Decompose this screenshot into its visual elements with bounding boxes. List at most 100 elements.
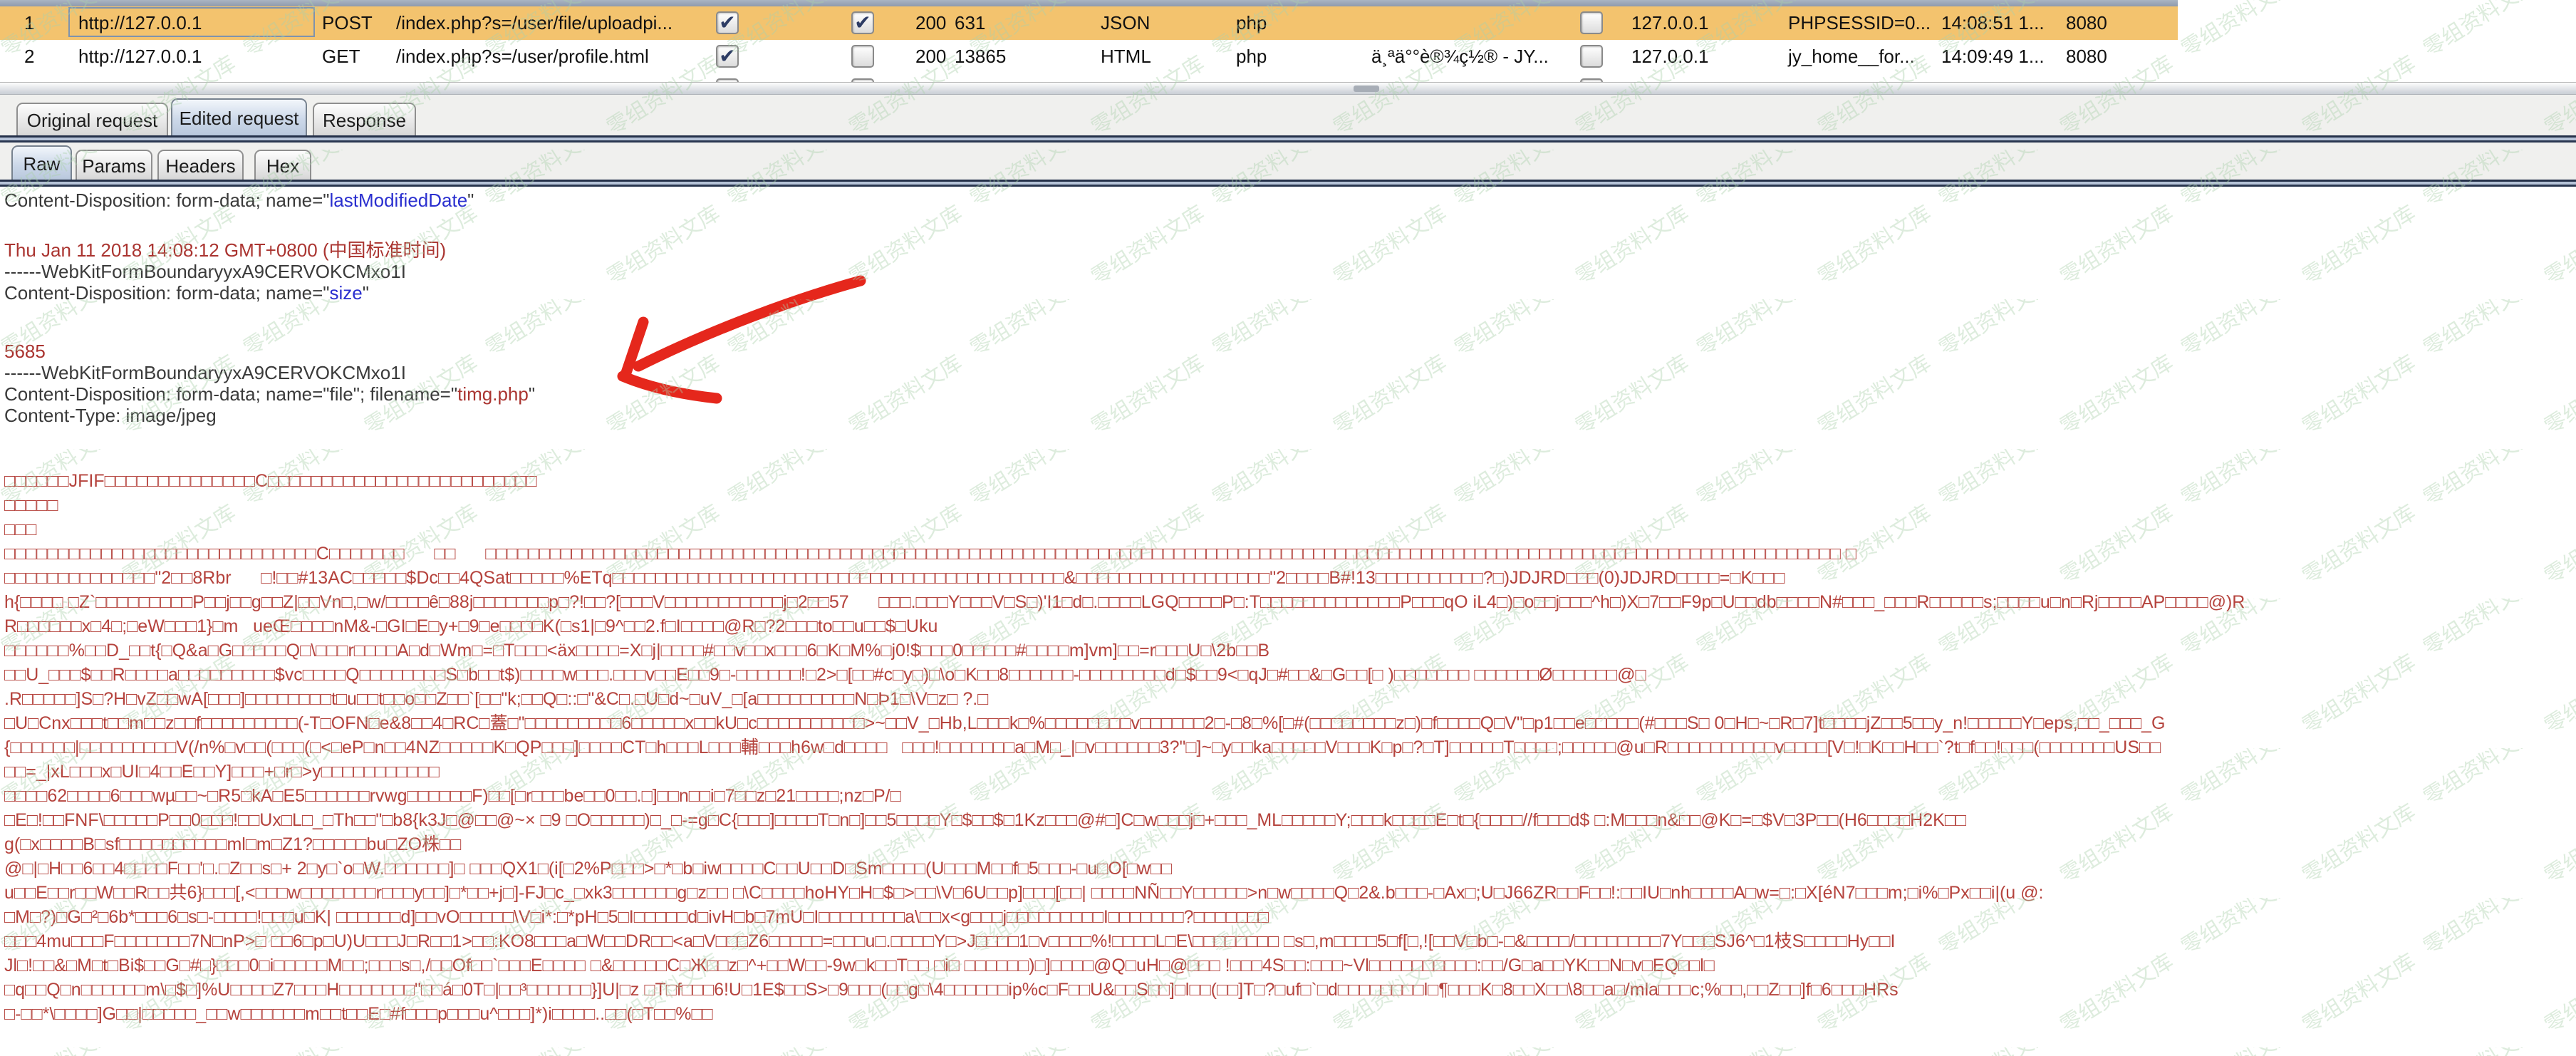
- http-history-partial-row: 3 http://127.0.0.1 GET/index.php?s=/user/f…: [0, 73, 2178, 82]
- cell-ip: 127.0.0.1: [1631, 6, 1708, 39]
- cell-ext: php: [1236, 6, 1267, 39]
- checked-checkbox[interactable]: ✔: [716, 45, 739, 68]
- binary-body-line: @□|□H□□6□□4□□□□F□□'□.□Z□□s□+ 2□y□`o□W.□□…: [4, 856, 2576, 881]
- cell-ip: 127.0.0.1: [1631, 40, 1708, 73]
- binary-body-line: □□□□□□JFIF□□□□□□□□□□□□□□C□□□□□□□□□□□□□□□…: [4, 469, 2576, 493]
- binary-body-line: □□□4mu□□□F□□□□□□□7N□nP>□ □□6□p□U)U□□□J□R…: [4, 929, 2576, 953]
- request-tab-bar: Original requestEdited requestResponse: [0, 95, 2576, 135]
- scrollbar-thumb[interactable]: [1354, 86, 1379, 92]
- cell-length: 13865: [955, 40, 1006, 73]
- request-header-line: Content-Type: image/jpeg: [4, 405, 2576, 426]
- unchecked-checkbox[interactable]: [1580, 45, 1603, 68]
- unchecked-checkbox[interactable]: [851, 45, 874, 68]
- cell-length: 631: [955, 6, 985, 39]
- param-value-blue: size: [330, 282, 363, 304]
- binary-body-line: □□□□□□□□□□□□□□□□□□□□□□□□□□□□□C□□□□□□□ □□…: [4, 542, 2576, 566]
- raw-request-editor[interactable]: Content-Disposition: form-data; name="la…: [4, 190, 2576, 1026]
- tab-edited-request[interactable]: Edited request: [171, 98, 307, 135]
- request-header-line: Content-Disposition: form-data; name="fi…: [4, 383, 2576, 405]
- cell-mime: HTML: [1101, 40, 1151, 73]
- binary-body-line: u□□E□□r□□W□□R□□共6}□□□[,<□□□w□□□□□□□r□□□y…: [4, 881, 2576, 905]
- header-text: ": [363, 282, 369, 304]
- binary-body-line: {□□□□□□|□□□□□□□□□V(/n%□v□□(□□□(□<□eP□n□□…: [4, 735, 2576, 760]
- cell-length: ...: [955, 73, 970, 82]
- tab-original-request[interactable]: Original request: [16, 103, 168, 135]
- cell-cookies: jy_home__for...: [1788, 40, 1915, 73]
- tab-headers[interactable]: Headers: [157, 150, 244, 180]
- cell-ip: 127.0.0.1: [1631, 73, 1708, 82]
- header-text: ": [467, 190, 474, 211]
- cell-num: 1: [24, 6, 34, 39]
- binary-body-line: .R□□□□□]S□?H□vZ□□wA[□□□]□□□□□□□□t□u□□t□□…: [4, 687, 2576, 711]
- subtab-underline: [0, 180, 2576, 187]
- header-text: ": [529, 383, 535, 405]
- tab-hex[interactable]: Hex: [254, 150, 311, 180]
- binary-body-line: □-□□*\□□□□]G□□|□□□□□_□□w□□□□□□m□□t□□E□#f…: [4, 1002, 2576, 1026]
- unchecked-checkbox[interactable]: [1580, 11, 1603, 34]
- cell-mime: JSON: [1101, 6, 1150, 39]
- cell-title: ä¸ªä°°è®¾ç½® - JY...: [1371, 40, 1549, 73]
- blank-line: [4, 304, 11, 341]
- header-text: Content-Disposition: form-data; name=": [4, 190, 330, 211]
- blank-line: [4, 426, 11, 469]
- cell-cookies: ...: [1788, 73, 1804, 82]
- binary-body-line: □□□: [4, 517, 2576, 542]
- cell-path: /index.php?s=/user/file/uploadpi...: [396, 6, 672, 39]
- http-history-table: 1 http://127.0.0.1 POST/index.php?s=/user/…: [0, 0, 2178, 82]
- message-view-tab-bar: RawParamsHeaders Hex: [0, 143, 2576, 180]
- http-history-row[interactable]: 1http://127.0.0.1POST/index.php?s=/user/…: [0, 6, 2178, 41]
- request-header-line: Content-Disposition: form-data; name="la…: [4, 190, 2576, 211]
- binary-body-line: □□□□□: [4, 493, 2576, 517]
- binary-body-line: □E□!□□FNF\□□□□□P□□0□□□!□□Ux□L□_□Th□□"□b8…: [4, 808, 2576, 832]
- binary-body-line: □□=_|xL□□□x□UI□4□□E□□Y]□□□+□r□>y□□□□□□□□…: [4, 760, 2576, 784]
- tab-response[interactable]: Response: [313, 103, 416, 135]
- binary-body-line: g(□x□□□□B□sf□□□□□□□□□□ml□m□Z1?□□□□□bu□ZO…: [4, 832, 2576, 856]
- param-value-blue: lastModifiedDate: [330, 190, 468, 211]
- cell-time: 14:08:51 1...: [1941, 6, 2045, 39]
- binary-body-line: R□□□□□□x□4□;□eW□□□1}□m ueŒ□□□□nM&-□GI□E□…: [4, 614, 2576, 638]
- cell-status: 200: [915, 6, 946, 39]
- tab-params[interactable]: Params: [76, 150, 152, 180]
- tab-underline: [0, 135, 2576, 143]
- http-history-row[interactable]: 3 http://127.0.0.1 GET/index.php?s=/user/f…: [0, 73, 2178, 82]
- binary-body-line: □M□?)□G□²□6b*□□□6□s□-□□□□!□□□u□K| □□□□□□…: [4, 905, 2576, 929]
- request-header-line: ------WebKitFormBoundaryyxA9CERVOKCMxo1I: [4, 362, 2576, 383]
- param-value-red: Thu Jan 11 2018 14:08:12 GMT+0800 (中国标准时…: [4, 239, 446, 261]
- cell-port: 8080: [2066, 40, 2107, 73]
- request-header-line: Thu Jan 11 2018 14:08:12 GMT+0800 (中国标准时…: [4, 239, 2576, 261]
- tab-raw[interactable]: Raw: [11, 145, 72, 180]
- cell-method: GET: [322, 73, 360, 82]
- cell-path: /index.php?s=/user/file/uploadMt...: [396, 73, 679, 82]
- header-text: Content-Disposition: form-data; name="fi…: [4, 383, 457, 405]
- binary-body-line: □□U_□□□$□□R□□□□a□□□□□□□□□$vc□□□□Q□□□□□□□…: [4, 663, 2576, 687]
- header-text: ------WebKitFormBoundaryyxA9CERVOKCMxo1I: [4, 362, 406, 383]
- binary-body-line: h{□□□□ □Z`□□□□□□□□□P□□j□□g□□Z|□□Vn□,□w/□…: [4, 590, 2576, 614]
- cell-num: 2: [24, 40, 34, 73]
- cell-num: 3: [24, 73, 34, 82]
- http-history-row[interactable]: 2 http://127.0.0.1 GET/index.php?s=/user/p…: [0, 40, 2178, 73]
- param-value-red: timg.php: [457, 383, 529, 405]
- cell-path: /index.php?s=/user/profile.html: [396, 40, 649, 73]
- blank-line: [4, 211, 11, 239]
- binary-body-line: □□□□□□□□□□□□□□"2□□8Rbr □!□□#13AC□□□□□$Dc…: [4, 566, 2576, 590]
- cell-url: http://127.0.0.1: [78, 73, 202, 82]
- cell-time: 14:09:51 1...: [1941, 73, 2045, 82]
- cell-method: GET: [322, 40, 360, 73]
- checked-checkbox[interactable]: ✔: [851, 11, 874, 34]
- burp-proxy-window: { "watermark": { "text": "零组资料文库" }, "co…: [0, 0, 2576, 1056]
- checked-checkbox[interactable]: ✔: [716, 11, 739, 34]
- param-value-red: 5685: [4, 341, 46, 362]
- cell-status: 200: [915, 40, 946, 73]
- request-header-line: Content-Disposition: form-data; name="si…: [4, 282, 2576, 304]
- cell-ext: php: [1236, 40, 1267, 73]
- binary-body-line: Jl□!□□&□M□t□Bi$□□G□#□}□□□0□i□□□□□M□□;□□□…: [4, 953, 2576, 978]
- cell-url: http://127.0.0.1: [78, 40, 202, 73]
- cell-time: 14:09:49 1...: [1941, 40, 2045, 73]
- header-text: ------WebKitFormBoundaryyxA9CERVOKCMxo1I: [4, 261, 406, 282]
- binary-body-line: □□□□□□%□□D_□□t{□Q&a□G□□□□□Q□\□□□r□□□□A□d…: [4, 638, 2576, 663]
- cell-method: POST: [322, 6, 373, 39]
- horizontal-scrollbar[interactable]: [0, 82, 2576, 95]
- cell-port: 8080: [2066, 6, 2107, 39]
- header-text: Content-Disposition: form-data; name=": [4, 282, 330, 304]
- cell-status: 200: [915, 73, 946, 82]
